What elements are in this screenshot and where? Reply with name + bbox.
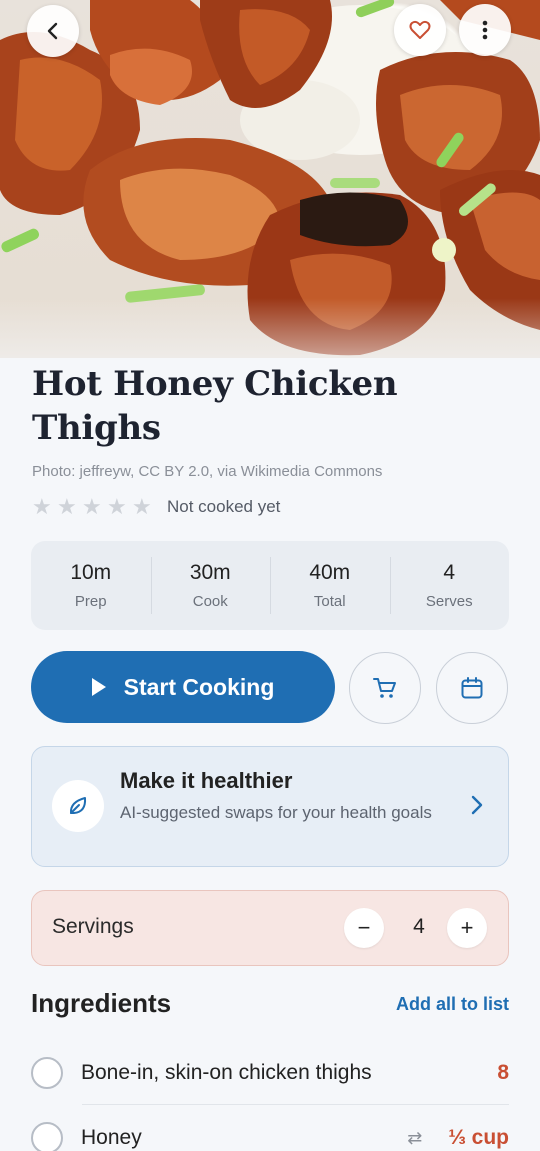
- schedule-button[interactable]: [436, 652, 508, 724]
- back-button[interactable]: [27, 5, 79, 57]
- chevron-right-icon: [471, 795, 483, 815]
- recipe-hero-image: [0, 0, 540, 358]
- add-to-cart-button[interactable]: [349, 652, 421, 724]
- cart-icon: [373, 678, 396, 698]
- heart-icon: [409, 20, 431, 39]
- stat-label: Total: [313, 593, 346, 610]
- stat-label: Cook: [192, 593, 228, 610]
- ingredient-checkbox[interactable]: [31, 1057, 63, 1089]
- ingredient-quantity: ⅓ cup: [448, 1126, 509, 1149]
- servings-label: Servings: [52, 915, 134, 938]
- stat-value: 4: [443, 561, 456, 584]
- start-cooking-label: Start Cooking: [123, 673, 275, 700]
- stat-value: 40m: [309, 561, 351, 584]
- star-icon[interactable]: ★: [32, 496, 52, 518]
- photo-credit: Photo: jeffreyw, CC BY 2.0, via Wikimedi…: [32, 463, 383, 480]
- stat-label: Serves: [425, 593, 473, 610]
- swap-icon[interactable]: ⇄: [407, 1128, 422, 1149]
- more-vertical-icon: [482, 20, 488, 40]
- rating[interactable]: ★ ★ ★ ★ ★ Not cooked yet: [32, 496, 281, 518]
- star-icon[interactable]: ★: [82, 496, 102, 518]
- make-it-healthier-card[interactable]: Make it healthier AI-suggested swaps for…: [31, 746, 509, 867]
- decrease-servings-button[interactable]: −: [344, 908, 384, 948]
- star-icon[interactable]: ★: [107, 496, 127, 518]
- star-icon[interactable]: ★: [57, 496, 77, 518]
- ingredient-row[interactable]: Bone-in, skin-on chicken thighs 8: [31, 1042, 509, 1104]
- stat-prep: 10m Prep: [31, 541, 151, 630]
- add-all-to-list-link[interactable]: Add all to list: [396, 994, 509, 1015]
- healthier-title: Make it healthier: [120, 768, 293, 793]
- calendar-icon: [461, 677, 483, 699]
- ingredient-name: Bone-in, skin-on chicken thighs: [81, 1061, 372, 1084]
- recipe-stats: 10m Prep 30m Cook 40m Total 4 Serves: [31, 541, 509, 630]
- ingredient-quantity: 8: [497, 1061, 509, 1084]
- more-options-button[interactable]: [459, 4, 511, 56]
- rating-status: Not cooked yet: [167, 497, 281, 516]
- stat-cook: 30m Cook: [150, 541, 271, 630]
- stat-value: 10m: [70, 561, 112, 584]
- servings-stepper: Servings − 4 +: [31, 890, 509, 966]
- favorite-button[interactable]: [394, 4, 446, 56]
- stat-label: Prep: [74, 593, 107, 610]
- start-cooking-button[interactable]: Start Cooking: [31, 651, 335, 723]
- servings-value: 4: [413, 915, 425, 938]
- star-icon[interactable]: ★: [132, 496, 152, 518]
- ingredients-heading: Ingredients: [31, 988, 172, 1018]
- healthier-subtitle: AI-suggested swaps for your health goals: [120, 803, 432, 822]
- leaf-icon: [52, 780, 104, 832]
- ingredient-divider: [82, 1104, 509, 1105]
- recipe-title: Hot Honey Chicken Thighs: [32, 364, 398, 448]
- stat-serves: 4 Serves: [389, 541, 510, 630]
- play-icon: [91, 678, 106, 696]
- chevron-left-icon: [47, 22, 58, 40]
- ingredient-row[interactable]: Honey ⇄ ⅓ cup: [31, 1107, 509, 1151]
- stat-value: 30m: [189, 561, 231, 584]
- ingredient-checkbox[interactable]: [31, 1122, 63, 1151]
- stat-total: 40m Total: [270, 541, 390, 630]
- increase-servings-button[interactable]: +: [447, 908, 487, 948]
- ingredient-name: Honey: [81, 1126, 142, 1149]
